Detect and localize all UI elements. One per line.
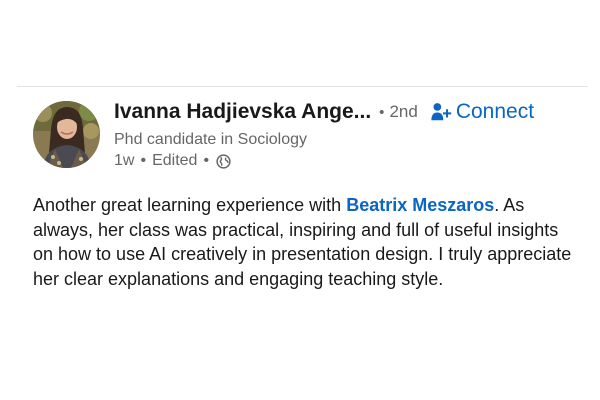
time-separator: • bbox=[140, 152, 147, 169]
avatar-photo-icon bbox=[33, 101, 100, 168]
degree-separator: • bbox=[379, 103, 385, 121]
person-add-icon bbox=[431, 103, 451, 121]
mention-link[interactable]: Beatrix Meszaros bbox=[346, 195, 494, 215]
connect-button[interactable]: Connect bbox=[430, 100, 534, 124]
author-name[interactable]: Ivanna Hadjievska Ange... bbox=[114, 100, 371, 124]
post-text-intro: Another great learning experience with bbox=[33, 195, 347, 215]
edited-separator: • bbox=[203, 152, 210, 169]
feed-divider bbox=[17, 86, 588, 87]
post-time: 1w bbox=[114, 152, 135, 169]
author-meta: Ivanna Hadjievska Ange... • 2nd Connect … bbox=[114, 98, 588, 171]
post-header: Ivanna Hadjievska Ange... • 2nd Connect … bbox=[33, 98, 588, 171]
feed-post: Ivanna Hadjievska Ange... • 2nd Connect … bbox=[33, 98, 588, 291]
connect-label: Connect bbox=[455, 100, 535, 123]
connection-degree: 2nd bbox=[389, 102, 418, 121]
edited-label: Edited bbox=[152, 152, 198, 169]
post-body: Another great learning experience with B… bbox=[33, 193, 583, 291]
post-timestamp-row: 1w • Edited • bbox=[114, 151, 588, 171]
author-headline: Phd candidate in Sociology bbox=[114, 131, 308, 148]
author-name-row: Ivanna Hadjievska Ange... • 2nd Connect bbox=[114, 98, 588, 126]
globe-icon bbox=[216, 153, 231, 169]
author-avatar[interactable] bbox=[33, 101, 100, 168]
